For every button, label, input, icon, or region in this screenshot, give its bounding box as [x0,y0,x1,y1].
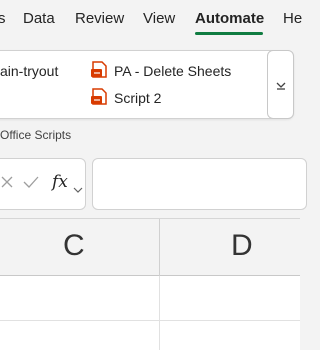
column-header-d[interactable]: D [231,229,253,263]
insert-function-button[interactable]: fx [52,172,68,192]
column-header-c[interactable]: C [63,229,85,263]
tab-automate[interactable]: Automate [195,10,264,27]
formula-input[interactable] [92,158,307,210]
expand-gallery-button[interactable] [267,50,294,119]
tab-help[interactable]: He [283,10,302,27]
ribbon-panel [0,50,294,119]
tab-review[interactable]: Review [75,10,124,27]
active-tab-indicator [195,32,263,35]
chevron-down-icon[interactable] [73,181,83,199]
script-file-icon [90,61,108,81]
chevron-down-icon [276,82,286,90]
cell-grid[interactable] [0,276,300,350]
script-item-script-2[interactable]: Script 2 [114,90,161,106]
script-item-tryout[interactable]: ain-tryout [0,63,58,79]
tab-formulas[interactable]: s [0,10,6,27]
column-separator[interactable] [159,219,160,277]
check-icon[interactable] [22,175,40,194]
script-item-pa-delete-sheets[interactable]: PA - Delete Sheets [114,63,231,79]
column-headers: C D [0,218,300,277]
tab-data[interactable]: Data [23,10,55,27]
tab-view[interactable]: View [143,10,175,27]
script-file-icon [90,88,108,108]
grid-line [0,320,300,321]
ribbon-group-label: Office Scripts [0,128,72,142]
x-icon[interactable] [0,175,14,194]
menu-bar: s Data Review View Automate He [0,0,302,40]
grid-line [159,276,160,350]
